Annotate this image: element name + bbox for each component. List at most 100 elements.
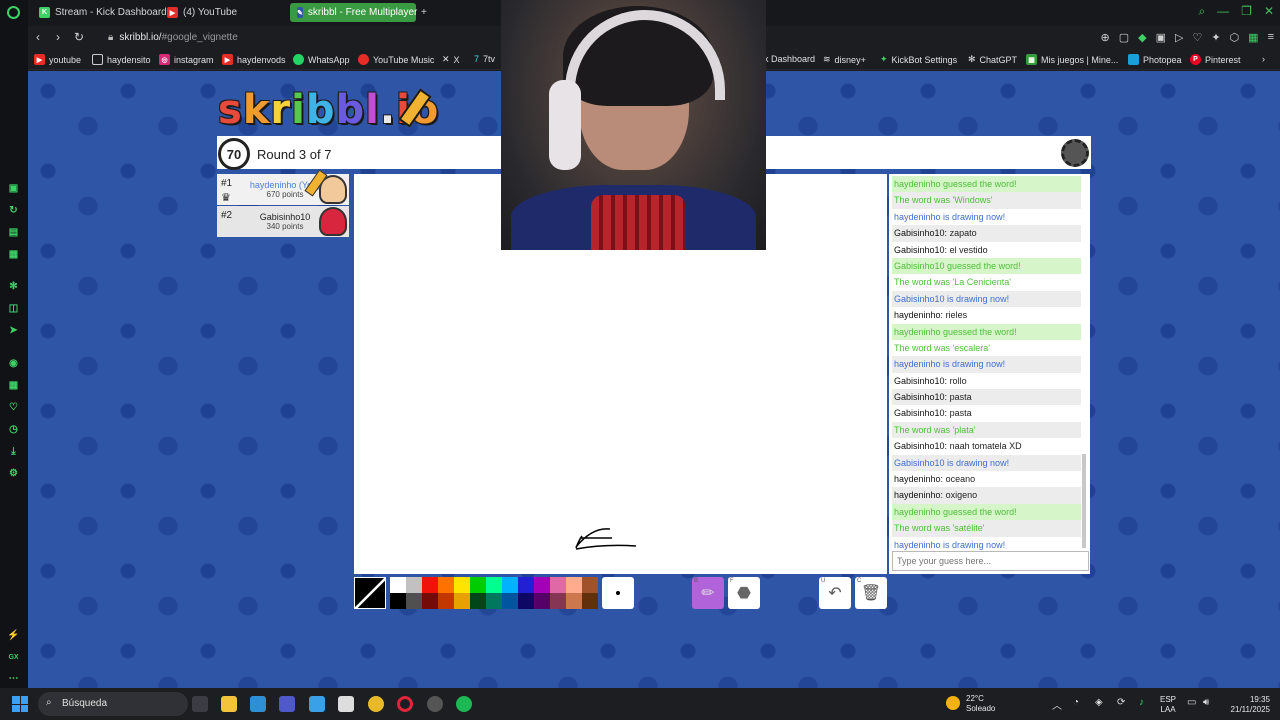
- color-swatch[interactable]: [518, 577, 534, 593]
- current-color-preview[interactable]: [354, 577, 386, 609]
- tray-sync-icon[interactable]: ⟳: [1117, 697, 1125, 708]
- puzzle-icon[interactable]: ⬡: [1230, 31, 1240, 44]
- notepad-icon[interactable]: [309, 696, 325, 712]
- player-icon[interactable]: ▤: [7, 226, 20, 239]
- more-icon[interactable]: ⋯: [7, 672, 20, 685]
- settings-gear-icon[interactable]: [1061, 139, 1089, 167]
- new-tab-button[interactable]: +: [414, 3, 434, 22]
- maximize-icon[interactable]: ❐: [1241, 4, 1252, 19]
- gx-corner-icon[interactable]: GX: [7, 651, 20, 664]
- snipping-tool-icon[interactable]: [338, 696, 354, 712]
- file-explorer-icon[interactable]: [221, 696, 237, 712]
- vpn-icon[interactable]: ▣: [1156, 31, 1166, 44]
- color-swatch[interactable]: [502, 593, 518, 609]
- messenger-icon[interactable]: ▦: [7, 248, 20, 261]
- bookmark-haydensito[interactable]: haydensito: [92, 54, 151, 65]
- bookmark-pinterest[interactable]: P Pinterest: [1190, 54, 1241, 65]
- search-icon[interactable]: ⌕: [1198, 4, 1205, 19]
- history-icon[interactable]: ◷: [7, 423, 20, 436]
- tab-kick-dashboard[interactable]: K Stream - Kick Dashboard: [32, 3, 174, 22]
- color-swatch[interactable]: [582, 593, 598, 609]
- tab-youtube[interactable]: ▶ (4) YouTube: [160, 3, 244, 22]
- bookmark-kickbot[interactable]: ✦ KickBot Settings: [880, 54, 957, 65]
- taskbar-search[interactable]: ⌕ Búsqueda: [38, 692, 188, 716]
- chrome-icon[interactable]: [368, 696, 384, 712]
- bookmark-kick-dashboard[interactable]: k Dashboard: [764, 54, 815, 64]
- bookmarks-more-icon[interactable]: ›: [1262, 54, 1265, 64]
- color-swatch[interactable]: [470, 577, 486, 593]
- extension-icon[interactable]: ✦: [1211, 31, 1220, 44]
- back-icon[interactable]: ‹: [36, 30, 40, 44]
- teams-icon[interactable]: [279, 696, 295, 712]
- color-swatch[interactable]: [566, 593, 582, 609]
- player-row[interactable]: #1 ♛ haydeninho (You) 670 points: [217, 169, 349, 205]
- snapshot-icon[interactable]: ▢: [1119, 31, 1129, 44]
- bookmark-x[interactable]: ✕ X: [442, 54, 460, 65]
- volume-icon[interactable]: 🔊︎: [1203, 697, 1209, 708]
- color-swatch[interactable]: [422, 577, 438, 593]
- brush-tool-button[interactable]: B ✏: [692, 577, 724, 609]
- bookmark-minecraft[interactable]: ▦ Mis juegos | Mine...: [1026, 54, 1118, 65]
- refresh-icon[interactable]: ↻: [7, 204, 20, 217]
- bookmark-instagram[interactable]: ◎ instagram: [159, 54, 214, 65]
- chatgpt-icon[interactable]: ✻: [7, 280, 20, 293]
- color-swatch[interactable]: [550, 593, 566, 609]
- color-swatch[interactable]: [582, 577, 598, 593]
- display-icon[interactable]: ▭: [1187, 697, 1196, 708]
- color-swatch[interactable]: [550, 577, 566, 593]
- task-view-icon[interactable]: [192, 696, 208, 712]
- color-swatch[interactable]: [390, 577, 406, 593]
- pin-icon[interactable]: ⊕: [1101, 31, 1110, 44]
- tray-shield-icon[interactable]: ◈: [1095, 697, 1103, 708]
- color-swatch[interactable]: [406, 593, 422, 609]
- settings-icon[interactable]: ⚙: [7, 467, 20, 480]
- color-swatch[interactable]: [486, 593, 502, 609]
- reload-icon[interactable]: ↻: [74, 30, 84, 44]
- telegram-icon[interactable]: ➤: [7, 324, 20, 337]
- microphone-icon[interactable]: ♪: [1139, 697, 1144, 708]
- twitch-chat-icon[interactable]: ◫: [7, 302, 20, 315]
- whatsapp-icon[interactable]: ◉: [7, 357, 20, 370]
- apps-icon[interactable]: ▦: [7, 379, 20, 392]
- favorites-icon[interactable]: ♡: [7, 401, 20, 414]
- color-swatch[interactable]: [438, 593, 454, 609]
- shield-icon[interactable]: ◆: [1138, 31, 1146, 44]
- bookmark-disney[interactable]: ≋ disney+: [823, 54, 866, 65]
- opera-logo-icon[interactable]: [7, 6, 20, 19]
- color-swatch[interactable]: [534, 577, 550, 593]
- color-swatch[interactable]: [518, 593, 534, 609]
- twitch-icon[interactable]: ▣: [7, 182, 20, 195]
- heart-icon[interactable]: ♡: [1192, 31, 1202, 44]
- color-swatch[interactable]: [470, 593, 486, 609]
- color-swatch[interactable]: [390, 593, 406, 609]
- color-swatch[interactable]: [438, 577, 454, 593]
- menu-icon[interactable]: ≡: [1268, 31, 1274, 44]
- downloads-icon[interactable]: ⤓: [7, 445, 20, 458]
- color-swatch[interactable]: [454, 593, 470, 609]
- undo-button[interactable]: U ↶: [819, 577, 851, 609]
- brush-size-button[interactable]: [602, 577, 634, 609]
- chat-scrollbar[interactable]: [1082, 454, 1086, 548]
- bookmark-whatsapp[interactable]: WhatsApp: [293, 54, 350, 65]
- spotify-icon[interactable]: [456, 696, 472, 712]
- color-swatch[interactable]: [422, 593, 438, 609]
- profile-icon[interactable]: ▦: [1248, 31, 1258, 44]
- chevron-up-icon[interactable]: ︿: [1052, 697, 1062, 712]
- clock[interactable]: 19:35 21/11/2025: [1222, 695, 1270, 715]
- color-swatch[interactable]: [534, 593, 550, 609]
- player-icon[interactable]: ▷: [1175, 31, 1183, 44]
- minimize-icon[interactable]: —: [1217, 4, 1229, 19]
- bookmark-7tv[interactable]: 7 7tv: [474, 54, 495, 64]
- forward-icon[interactable]: ›: [56, 30, 60, 44]
- close-icon[interactable]: ✕: [1264, 4, 1274, 19]
- gx-control-icon[interactable]: ⚡: [7, 629, 20, 642]
- color-swatch[interactable]: [486, 577, 502, 593]
- color-swatch[interactable]: [406, 577, 422, 593]
- tab-skribbl[interactable]: ✎ skribbl - Free Multiplayer: [290, 3, 417, 22]
- guess-input[interactable]: [892, 551, 1089, 571]
- tray-app-icon[interactable]: ◔: [1073, 697, 1079, 708]
- color-swatch[interactable]: [566, 577, 582, 593]
- obs-icon[interactable]: [427, 696, 443, 712]
- bookmark-youtube-music[interactable]: YouTube Music: [358, 54, 434, 65]
- fill-tool-button[interactable]: F ⬣: [728, 577, 760, 609]
